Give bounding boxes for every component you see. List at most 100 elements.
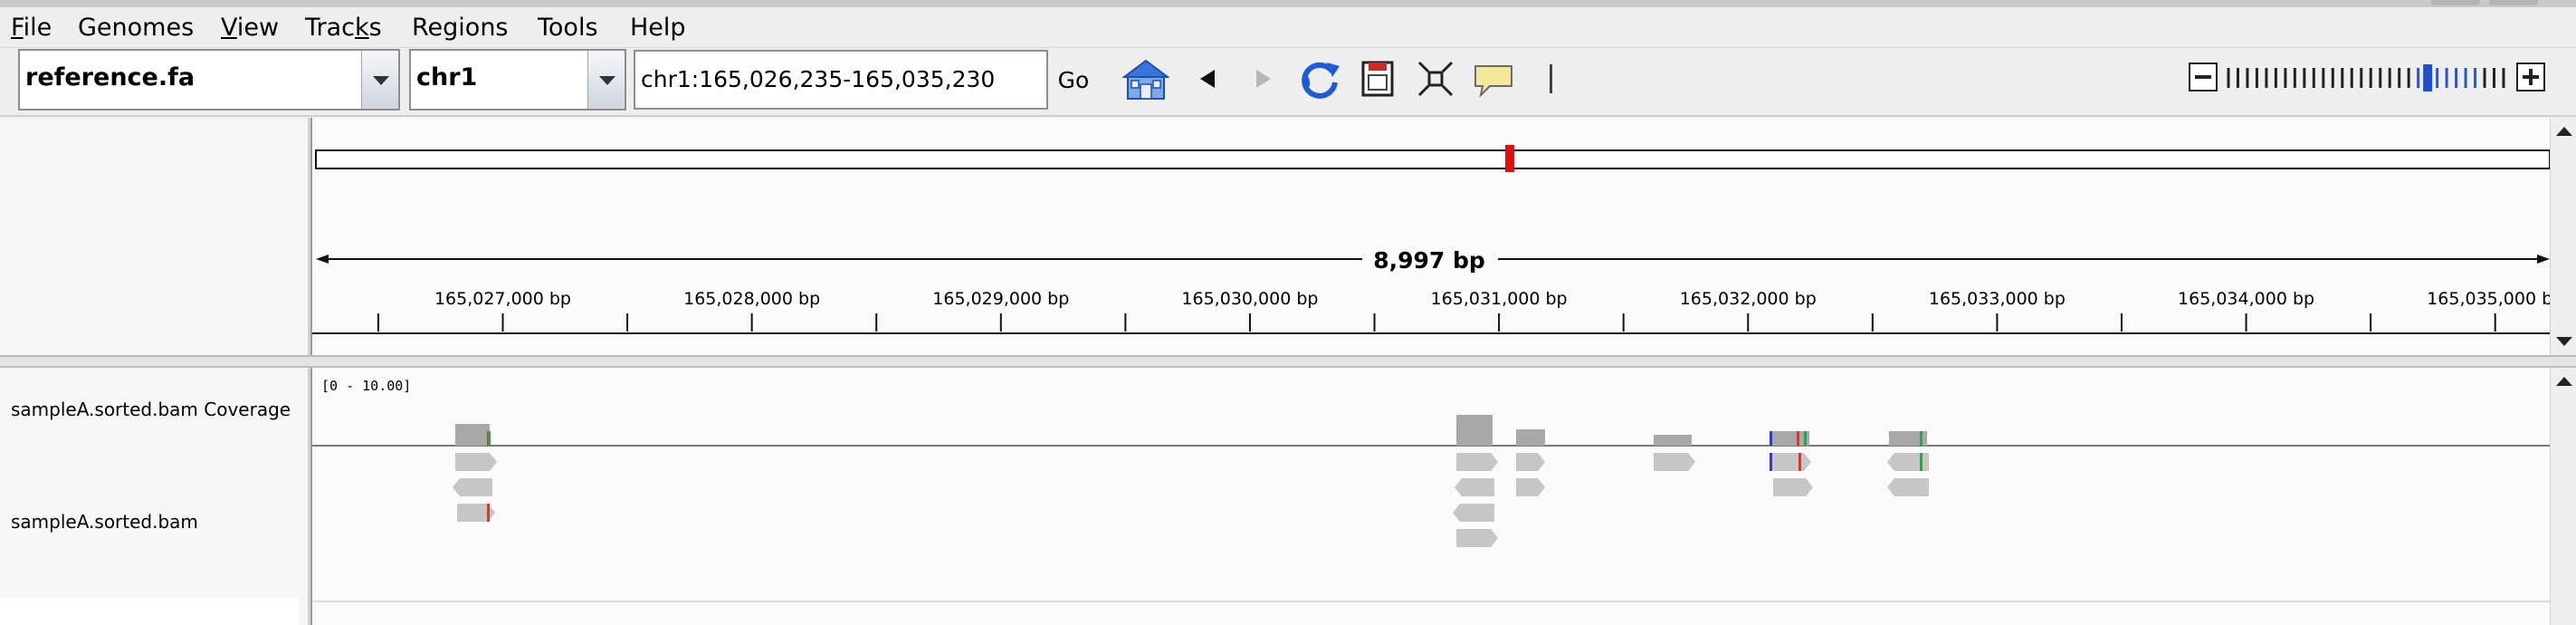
alignment-track-label[interactable]: sampleA.sorted.bam [11, 511, 198, 533]
window-title-strip [0, 0, 2576, 7]
read-mismatch [1770, 453, 1772, 471]
zoom-in-button[interactable] [2516, 62, 2545, 91]
window-minimize-button[interactable] [2431, 0, 2480, 5]
coverage-bar[interactable] [1456, 415, 1493, 446]
chromosome-dropdown-value: chr1 [416, 63, 478, 91]
read-alignment[interactable] [1887, 453, 1929, 471]
read-alignment[interactable] [1516, 453, 1545, 471]
zoom-tick[interactable] [2350, 68, 2353, 88]
coverage-mismatch [1770, 431, 1772, 446]
divider-icon [1550, 64, 1552, 93]
zoom-tick[interactable] [2236, 68, 2239, 88]
data-svg [312, 415, 2552, 602]
window-maximize-button[interactable] [2489, 0, 2538, 5]
upper-scrollbar[interactable] [2550, 118, 2576, 355]
zoom-tick[interactable] [2227, 68, 2230, 88]
pane-divider[interactable] [0, 355, 2576, 368]
zoom-slider[interactable] [2225, 64, 2507, 91]
read-alignment[interactable] [1456, 529, 1498, 547]
menu-genomes-label: Genomes [78, 14, 195, 42]
lower-scrollbar[interactable] [2550, 368, 2576, 625]
ruler-tick-label: 165,032,000 bp [1680, 289, 1817, 309]
coverage-bar[interactable] [1516, 429, 1545, 446]
zoom-tick[interactable] [2388, 68, 2391, 88]
chromosome-dropdown[interactable]: chr1 [409, 49, 626, 111]
read-mismatch [487, 504, 490, 522]
locus-search-input[interactable]: chr1:165,026,235-165,035,230 [634, 50, 1048, 110]
zoom-tick[interactable] [2246, 68, 2249, 88]
back-icon[interactable] [1184, 55, 1231, 102]
scroll-down-icon[interactable] [2556, 337, 2572, 346]
zoom-tick[interactable] [2369, 68, 2372, 88]
zoom-tick[interactable] [2398, 68, 2401, 88]
zoom-tick[interactable] [2322, 68, 2325, 88]
zoom-tick[interactable] [2493, 68, 2496, 88]
zoom-tick[interactable] [2312, 68, 2315, 88]
read-alignment[interactable] [1453, 504, 1494, 522]
zoom-tick[interactable] [2417, 68, 2420, 88]
zoom-tick[interactable] [2331, 68, 2334, 88]
zoom-tick[interactable] [2379, 68, 2382, 88]
coverage-bar[interactable] [455, 424, 490, 446]
coverage-track-label[interactable]: sampleA.sorted.bam Coverage [11, 399, 291, 420]
chevron-down-icon[interactable] [587, 51, 625, 109]
track-name-panel: sampleA.sorted.bam Coverage sampleA.sort… [0, 368, 310, 625]
zoom-thumb[interactable] [2423, 64, 2433, 91]
menu-regions[interactable]: Regions [412, 13, 509, 43]
roi-icon[interactable] [1354, 55, 1401, 102]
chevron-down-icon[interactable] [361, 51, 398, 109]
read-alignment[interactable] [1773, 478, 1813, 496]
zoom-tick[interactable] [2265, 68, 2268, 88]
zoom-tick[interactable] [2360, 68, 2363, 88]
coverage-track[interactable] [455, 415, 1927, 446]
zoom-tick[interactable] [2407, 68, 2410, 88]
zoom-tick[interactable] [2474, 68, 2477, 88]
zoom-tick[interactable] [2284, 68, 2287, 88]
read-alignment[interactable] [453, 478, 492, 496]
menu-genomes[interactable]: Genomes [78, 13, 194, 43]
zoom-tick[interactable] [2436, 68, 2439, 88]
span-arrow-left [316, 255, 329, 264]
zoom-tick[interactable] [2445, 68, 2448, 88]
read-alignment[interactable] [455, 453, 497, 471]
zoom-tick[interactable] [2455, 68, 2458, 88]
refresh-icon[interactable] [1296, 55, 1343, 102]
zoom-tick[interactable] [2303, 68, 2306, 88]
forward-icon[interactable] [1240, 55, 1287, 102]
zoom-tick[interactable] [2274, 68, 2277, 88]
genome-dropdown[interactable]: reference.fa [18, 49, 400, 111]
ruler-tick-label: 165,028,000 bp [683, 289, 820, 309]
fit-window-icon[interactable] [1412, 55, 1459, 102]
zoom-tick[interactable] [2341, 68, 2344, 88]
zoom-tick[interactable] [2502, 68, 2505, 88]
home-icon[interactable] [1122, 55, 1169, 102]
coverage-bar[interactable] [1654, 435, 1692, 446]
scroll-up-icon[interactable] [2556, 127, 2572, 136]
scroll-up-icon[interactable] [2556, 377, 2572, 386]
menu-tracks[interactable]: Tracks [305, 13, 382, 43]
zoom-out-button[interactable] [2189, 62, 2218, 91]
zoom-tick[interactable] [2483, 68, 2486, 88]
go-button-label: Go [1057, 67, 1090, 93]
menu-file[interactable]: File [11, 13, 52, 43]
read-alignment[interactable] [1654, 453, 1695, 471]
go-button[interactable]: Go [1052, 52, 1095, 110]
read-alignment[interactable] [1455, 478, 1494, 496]
menu-help[interactable]: Help [630, 13, 686, 43]
zoom-tick[interactable] [2255, 68, 2258, 88]
zoom-tick[interactable] [2464, 68, 2467, 88]
alignment-track[interactable] [453, 453, 1929, 547]
menu-tracks-mnemonic: k [355, 14, 369, 42]
read-alignment[interactable] [1456, 453, 1498, 471]
data-panel [310, 368, 2576, 625]
read-alignment[interactable] [1516, 478, 1545, 496]
chromosome-ideogram[interactable] [315, 149, 2551, 169]
coverage-bar[interactable] [1771, 431, 1809, 446]
menu-tools[interactable]: Tools [538, 13, 598, 43]
read-alignment[interactable] [1887, 478, 1929, 496]
menu-view[interactable]: View [221, 13, 279, 43]
ruler-ticks: 165,027,000 bp 165,028,000 bp 165,029,000 … [377, 289, 2552, 332]
read-alignment[interactable] [1770, 453, 1811, 471]
zoom-tick[interactable] [2293, 68, 2296, 88]
popup-info-icon[interactable] [1470, 55, 1517, 102]
